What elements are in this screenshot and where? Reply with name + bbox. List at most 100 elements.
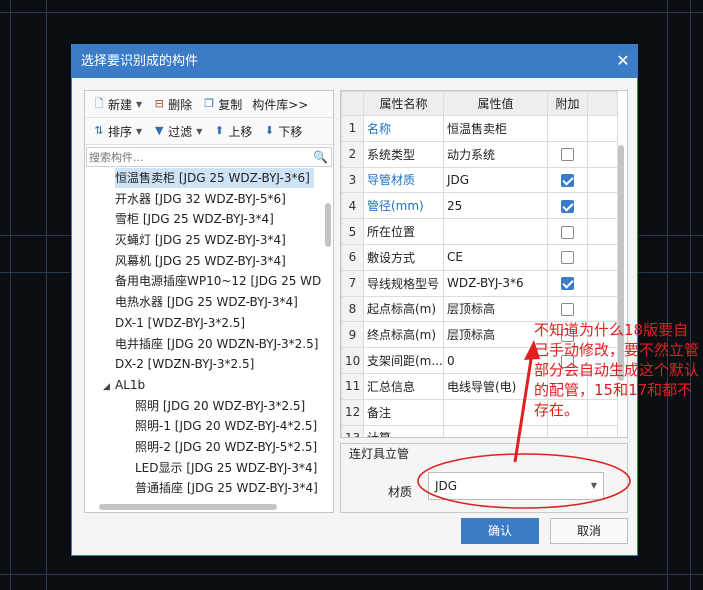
filter-icon: ▼: [154, 124, 164, 137]
checkbox-unchecked[interactable]: [561, 148, 574, 162]
move-down-button[interactable]: ⬇ 下移: [259, 121, 305, 142]
tree-item[interactable]: 风幕机 [JDG 25 WDZ-BYJ-3*4]: [85, 251, 321, 272]
filler-cell: [587, 269, 618, 297]
confirm-button[interactable]: 确认: [461, 518, 539, 544]
property-table-header: 属性名称 属性值 附加: [341, 91, 618, 116]
property-name: 起点标高(m): [363, 295, 444, 323]
tree-item-label: 备用电源插座WP10~12 [JDG 25 WDZ-BYJ-3*4]: [115, 274, 321, 289]
extra-cell: [547, 140, 588, 168]
property-name: 汇总信息: [363, 372, 444, 400]
tree-item-label: 普通插座 [JDG 25 WDZ-BYJ-3*4]: [135, 481, 318, 496]
tree-item[interactable]: 照明-2 [JDG 20 WDZ-BYJ-5*2.5]: [85, 437, 321, 458]
search-input[interactable]: [87, 148, 307, 166]
tree-item[interactable]: DX-1 [WDZ-BYJ-3*2.5]: [85, 313, 321, 334]
property-value[interactable]: 层顶标高: [443, 295, 548, 323]
property-value[interactable]: [443, 398, 548, 426]
material-label: 材质: [388, 485, 413, 499]
property-row[interactable]: 2 系统类型 动力系统: [341, 140, 618, 168]
tree-item-label: DX-2 [WDZN-BYJ-3*2.5]: [115, 357, 255, 372]
property-name: 名称: [363, 115, 444, 142]
chevron-down-icon: ▼: [136, 126, 143, 136]
property-row[interactable]: 8 起点标高(m) 层顶标高: [341, 295, 618, 323]
sort-button[interactable]: ⇅ 排序 ▼: [89, 121, 145, 142]
component-tree-panel: 🗋 新建 ▼ ⊟ 删除 ❐ 复制 构件库>> ⇅ 排序 ▼ ▼ 过滤 ▼ ⬆ 上…: [84, 90, 334, 513]
close-icon[interactable]: ✕: [615, 53, 631, 69]
component-search: 🔍: [86, 147, 332, 167]
material-select[interactable]: JDG ▼: [428, 472, 604, 500]
property-value[interactable]: 层顶标高: [443, 321, 548, 349]
checkbox-checked[interactable]: [561, 199, 574, 213]
cancel-button[interactable]: 取消: [550, 518, 628, 544]
tree-item[interactable]: 普通插座 [JDG 25 WDZ-BYJ-3*4]: [85, 478, 321, 499]
property-value[interactable]: 恒温售卖柜: [443, 115, 548, 142]
tree-item-label: 电井插座 [JDG 20 WDZN-BYJ-3*2.5]: [115, 336, 319, 351]
tree-item[interactable]: ◢ AL1b: [85, 375, 321, 396]
tree-item[interactable]: 照明-1 [JDG 20 WDZ-BYJ-4*2.5]: [85, 416, 321, 437]
expand-triangle-icon[interactable]: ◢: [103, 377, 115, 398]
tree-item[interactable]: 灭蝇灯 [JDG 25 WDZ-BYJ-3*4]: [85, 230, 321, 251]
extra-cell: [547, 424, 588, 437]
checkbox-unchecked[interactable]: [561, 225, 574, 239]
checkbox-unchecked[interactable]: [561, 251, 574, 265]
header-extra: 附加: [547, 91, 588, 116]
filler-cell: [587, 140, 618, 168]
property-value[interactable]: [443, 218, 548, 245]
property-row[interactable]: 13计算: [341, 424, 618, 437]
tree-item-label: 照明-2 [JDG 20 WDZ-BYJ-5*2.5]: [135, 439, 318, 454]
property-row[interactable]: 5 所在位置: [341, 218, 618, 245]
tree-item[interactable]: 恒温售卖柜 [JDG 25 WDZ-BYJ-3*6]: [85, 168, 321, 189]
property-value[interactable]: [443, 424, 548, 437]
tree-item[interactable]: LED显示 [JDG 25 WDZ-BYJ-3*4]: [85, 458, 321, 479]
property-name: 备注: [363, 398, 444, 426]
tree-vertical-scrollbar[interactable]: [325, 203, 331, 247]
tree-item[interactable]: 开水器 [JDG 32 WDZ-BYJ-5*6]: [85, 189, 321, 210]
property-row[interactable]: 6 敷设方式 CE: [341, 243, 618, 271]
new-button[interactable]: 🗋 新建 ▼: [89, 94, 145, 115]
row-index: 10: [341, 347, 364, 374]
property-value[interactable]: 25: [443, 192, 548, 220]
component-library-button[interactable]: 构件库>>: [249, 94, 311, 115]
tree-item-label: 照明-1 [JDG 20 WDZ-BYJ-4*2.5]: [135, 419, 318, 434]
property-row[interactable]: 7 导线规格型号 WDZ-BYJ-3*6: [341, 269, 618, 297]
tree-item[interactable]: DX-2 [WDZN-BYJ-3*2.5]: [85, 354, 321, 375]
filler-cell: [587, 243, 618, 271]
tree-item[interactable]: 电井插座 [JDG 20 WDZN-BYJ-3*2.5]: [85, 334, 321, 355]
property-value[interactable]: CE: [443, 243, 548, 271]
dialog-titlebar: 选择要识别成的构件 ✕: [72, 45, 637, 78]
delete-button[interactable]: ⊟ 删除: [149, 94, 195, 115]
filter-button[interactable]: ▼ 过滤 ▼: [149, 121, 205, 142]
property-row[interactable]: 3 导管材质 JDG: [341, 166, 618, 194]
tree-item[interactable]: 雪柜 [JDG 25 WDZ-BYJ-3*4]: [85, 209, 321, 230]
property-name: 导线规格型号: [363, 269, 444, 297]
checkbox-unchecked[interactable]: [561, 302, 574, 316]
filler-cell: [587, 295, 618, 323]
move-up-button[interactable]: ⬆ 上移: [209, 121, 255, 142]
property-value[interactable]: 电线导管(电): [443, 372, 548, 400]
search-icon[interactable]: 🔍: [313, 150, 328, 164]
property-row[interactable]: 4 管径(mm) 25: [341, 192, 618, 220]
arrow-down-icon: ⬇: [264, 124, 274, 137]
header-property-value: 属性值: [443, 91, 548, 116]
filler-cell: [587, 115, 618, 142]
row-index: 2: [341, 140, 364, 168]
checkbox-checked[interactable]: [561, 173, 574, 187]
copy-icon: ❐: [204, 97, 215, 110]
copy-button[interactable]: ❐ 复制: [199, 94, 245, 115]
property-value[interactable]: JDG: [443, 166, 548, 194]
delete-icon: ⊟: [154, 97, 164, 110]
filler-cell: [587, 166, 618, 194]
checkbox-checked[interactable]: [561, 277, 574, 291]
row-index: 11: [341, 372, 364, 400]
property-value[interactable]: 0: [443, 347, 548, 374]
tree-item[interactable]: 照明 [JDG 20 WDZ-BYJ-3*2.5]: [85, 396, 321, 417]
tree-item[interactable]: 备用电源插座WP10~12 [JDG 25 WDZ-BYJ-3*4]: [85, 271, 321, 292]
tree-item-label: 风幕机 [JDG 25 WDZ-BYJ-3*4]: [115, 253, 286, 268]
property-value[interactable]: 动力系统: [443, 140, 548, 168]
row-index: 13: [341, 424, 364, 437]
tree-item[interactable]: 电热水器 [JDG 25 WDZ-BYJ-3*4]: [85, 292, 321, 313]
tree-item-label: DX-1 [WDZ-BYJ-3*2.5]: [115, 315, 246, 330]
tree-horizontal-scrollbar[interactable]: [99, 504, 277, 510]
property-value[interactable]: WDZ-BYJ-3*6: [443, 269, 548, 297]
header-property-name: 属性名称: [363, 91, 444, 116]
property-row[interactable]: 1 名称 恒温售卖柜: [341, 115, 618, 142]
